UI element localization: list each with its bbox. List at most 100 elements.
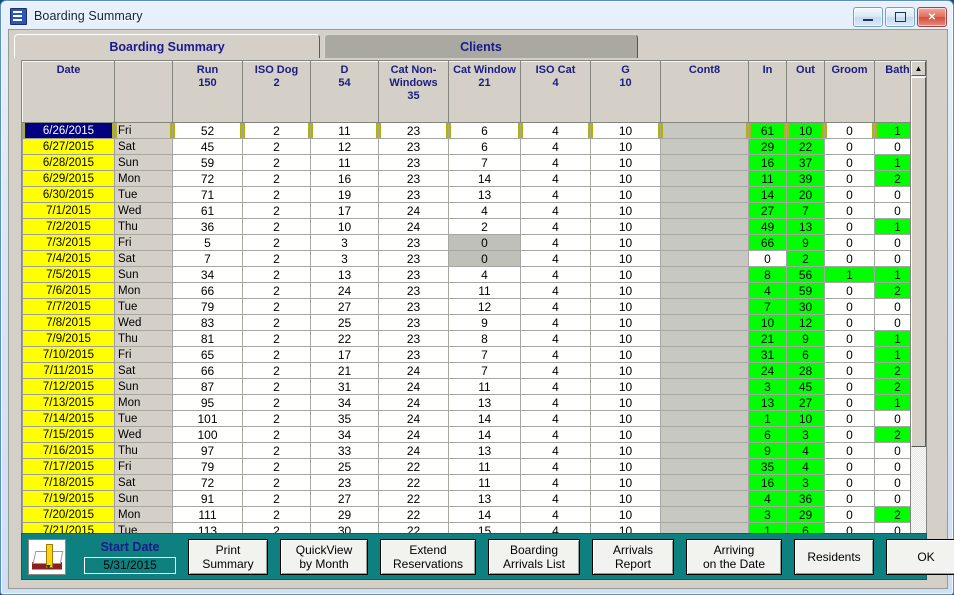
cell-dayofweek[interactable]: Wed: [114, 202, 173, 219]
cell-g[interactable]: 10: [590, 234, 661, 251]
cell-isodog[interactable]: 2: [242, 266, 311, 283]
cell-cont8[interactable]: [660, 394, 749, 411]
cell-date[interactable]: 6/27/2015: [22, 138, 115, 155]
cell-groom[interactable]: 0: [824, 330, 875, 347]
cell-dayofweek[interactable]: Mon: [114, 506, 173, 523]
col-header-date[interactable]: Date: [22, 61, 115, 123]
cell-dayofweek[interactable]: Fri: [114, 346, 173, 363]
cell-groom[interactable]: 0: [824, 202, 875, 219]
cell-date[interactable]: 6/30/2015: [22, 186, 115, 203]
cell-cont8[interactable]: [660, 442, 749, 459]
cell-g[interactable]: 10: [590, 426, 661, 443]
cell-isodog[interactable]: 2: [242, 122, 311, 139]
cell-isocat[interactable]: 4: [520, 282, 591, 299]
cell-date[interactable]: 7/17/2015: [22, 458, 115, 475]
cell-run[interactable]: 83: [172, 314, 243, 331]
cell-catnw[interactable]: 23: [378, 186, 449, 203]
cell-in[interactable]: 4: [748, 490, 787, 507]
cell-isodog[interactable]: 2: [242, 506, 311, 523]
cell-groom[interactable]: 0: [824, 282, 875, 299]
cell-in[interactable]: 27: [748, 202, 787, 219]
cell-date[interactable]: 7/10/2015: [22, 346, 115, 363]
cell-catnw[interactable]: 24: [378, 426, 449, 443]
cell-isocat[interactable]: 4: [520, 250, 591, 267]
cell-date[interactable]: 7/11/2015: [22, 362, 115, 379]
cell-date[interactable]: 7/12/2015: [22, 378, 115, 395]
table-row[interactable]: 7/18/2015 Sat 72 2 23 22 11 4 10 16 3 0 0: [22, 474, 921, 491]
cell-cont8[interactable]: [660, 410, 749, 427]
cell-dayofweek[interactable]: Mon: [114, 282, 173, 299]
cell-isocat[interactable]: 4: [520, 298, 591, 315]
cell-in[interactable]: 10: [748, 314, 787, 331]
col-header-iso-dog[interactable]: ISO Dog 2: [242, 61, 311, 123]
close-button[interactable]: ✕: [917, 7, 947, 27]
cell-dayofweek[interactable]: Wed: [114, 314, 173, 331]
cell-catwin[interactable]: 0: [448, 234, 521, 251]
cell-dayofweek[interactable]: Sun: [114, 378, 173, 395]
cell-cont8[interactable]: [660, 378, 749, 395]
cell-g[interactable]: 10: [590, 202, 661, 219]
boarding-arrivals-list-button[interactable]: Boarding Arrivals List: [488, 538, 580, 575]
cell-in[interactable]: 49: [748, 218, 787, 235]
extend-reservations-button[interactable]: Extend Reservations: [380, 538, 476, 575]
cell-groom[interactable]: 0: [824, 138, 875, 155]
cell-catnw[interactable]: 23: [378, 314, 449, 331]
cell-cont8[interactable]: [660, 202, 749, 219]
table-row[interactable]: 7/8/2015 Wed 83 2 25 23 9 4 10 10 12 0 0: [22, 314, 921, 331]
cell-d[interactable]: 11: [310, 122, 379, 139]
cell-dayofweek[interactable]: Mon: [114, 170, 173, 187]
cell-out[interactable]: 39: [786, 170, 825, 187]
cell-run[interactable]: 79: [172, 298, 243, 315]
cell-in[interactable]: 66: [748, 234, 787, 251]
cell-d[interactable]: 22: [310, 330, 379, 347]
cell-date[interactable]: 7/3/2015: [22, 234, 115, 251]
cell-in[interactable]: 14: [748, 186, 787, 203]
cell-dayofweek[interactable]: Wed: [114, 426, 173, 443]
cell-d[interactable]: 17: [310, 346, 379, 363]
cell-run[interactable]: 101: [172, 410, 243, 427]
cell-cont8[interactable]: [660, 154, 749, 171]
cell-isodog[interactable]: 2: [242, 170, 311, 187]
cell-g[interactable]: 10: [590, 282, 661, 299]
cell-out[interactable]: 2: [786, 250, 825, 267]
cell-run[interactable]: 66: [172, 362, 243, 379]
cell-d[interactable]: 16: [310, 170, 379, 187]
cell-in[interactable]: 0: [748, 250, 787, 267]
cell-in[interactable]: 24: [748, 362, 787, 379]
cell-catnw[interactable]: 23: [378, 298, 449, 315]
cell-out[interactable]: 4: [786, 442, 825, 459]
cell-groom[interactable]: 0: [824, 298, 875, 315]
table-row[interactable]: 7/11/2015 Sat 66 2 21 24 7 4 10 24 28 0 2: [22, 362, 921, 379]
cell-isocat[interactable]: 4: [520, 426, 591, 443]
cell-date[interactable]: 7/15/2015: [22, 426, 115, 443]
cell-isocat[interactable]: 4: [520, 266, 591, 283]
cell-cont8[interactable]: [660, 186, 749, 203]
cell-out[interactable]: 3: [786, 474, 825, 491]
cell-in[interactable]: 21: [748, 330, 787, 347]
cell-catnw[interactable]: 23: [378, 170, 449, 187]
cell-isodog[interactable]: 2: [242, 442, 311, 459]
cell-out[interactable]: 27: [786, 394, 825, 411]
cell-isocat[interactable]: 4: [520, 138, 591, 155]
col-header-d[interactable]: D 54: [310, 61, 379, 123]
cell-cont8[interactable]: [660, 490, 749, 507]
cell-isocat[interactable]: 4: [520, 394, 591, 411]
cell-date[interactable]: 7/4/2015: [22, 250, 115, 267]
cell-isocat[interactable]: 4: [520, 362, 591, 379]
cell-isocat[interactable]: 4: [520, 410, 591, 427]
cell-dayofweek[interactable]: Tue: [114, 410, 173, 427]
cell-d[interactable]: 27: [310, 298, 379, 315]
cell-run[interactable]: 52: [172, 122, 243, 139]
cell-groom[interactable]: 0: [824, 122, 875, 139]
cell-dayofweek[interactable]: Fri: [114, 122, 173, 139]
cell-catwin[interactable]: 11: [448, 474, 521, 491]
col-header-out[interactable]: Out: [786, 61, 825, 123]
cell-in[interactable]: 3: [748, 506, 787, 523]
col-header-dayofweek[interactable]: [114, 61, 173, 123]
cell-catnw[interactable]: 22: [378, 458, 449, 475]
cell-isodog[interactable]: 2: [242, 250, 311, 267]
cell-g[interactable]: 10: [590, 490, 661, 507]
cell-isodog[interactable]: 2: [242, 298, 311, 315]
cell-groom[interactable]: 0: [824, 186, 875, 203]
table-row[interactable]: 7/4/2015 Sat 7 2 3 23 0 4 10 0 2 0 0: [22, 250, 921, 267]
